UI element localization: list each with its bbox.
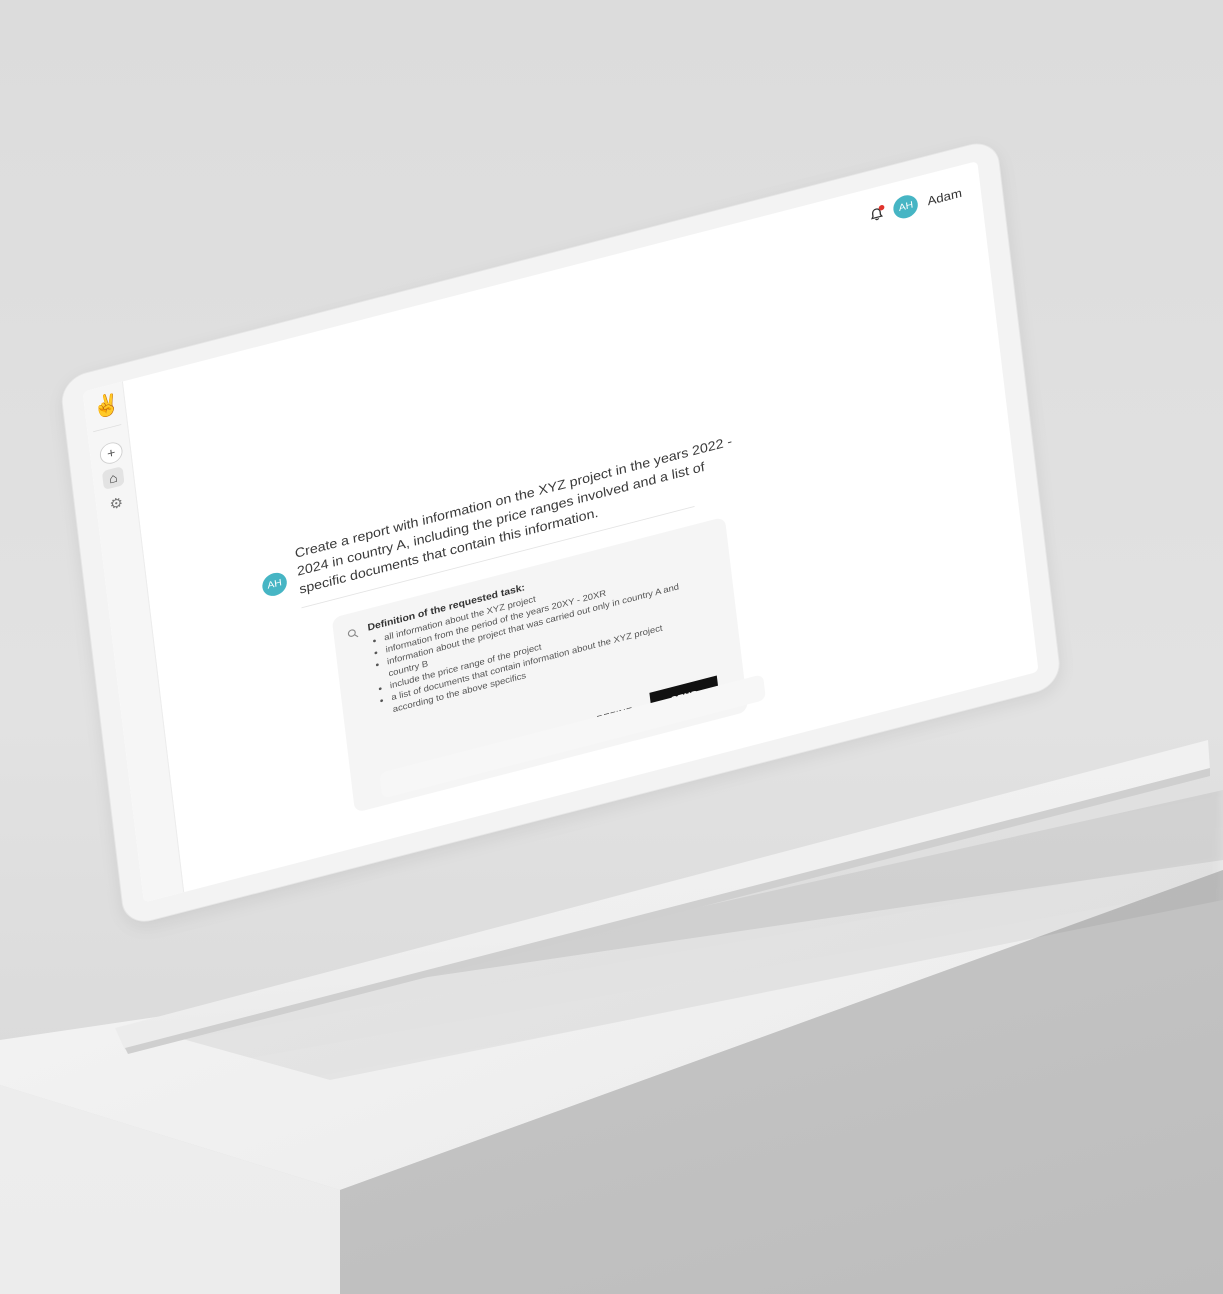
sidebar-divider <box>93 424 122 433</box>
new-chat-button[interactable]: + <box>98 439 124 467</box>
user-menu[interactable]: AH Adam <box>892 181 963 221</box>
message-avatar: AH <box>261 570 289 599</box>
user-name: Adam <box>926 185 963 208</box>
product-scene: ✌ + ⌂ ⚙ AH Adam AH Create a report with … <box>0 0 1223 1294</box>
sidebar: ✌ + ⌂ ⚙ <box>82 381 185 903</box>
search-icon <box>347 627 360 643</box>
attachment-paperclip-icon[interactable] <box>400 843 413 860</box>
home-icon[interactable]: ⌂ <box>101 466 125 491</box>
input-separator <box>418 841 421 855</box>
settings-gear-icon[interactable]: ⚙ <box>105 492 128 516</box>
notification-bell-button[interactable] <box>865 202 888 226</box>
laptop-lid: ✌ + ⌂ ⚙ AH Adam AH Create a report with … <box>60 138 1062 927</box>
user-avatar: AH <box>892 192 920 221</box>
app-screen: ✌ + ⌂ ⚙ AH Adam AH Create a report with … <box>82 160 1039 903</box>
logo-hand-icon: ✌ <box>91 391 122 422</box>
